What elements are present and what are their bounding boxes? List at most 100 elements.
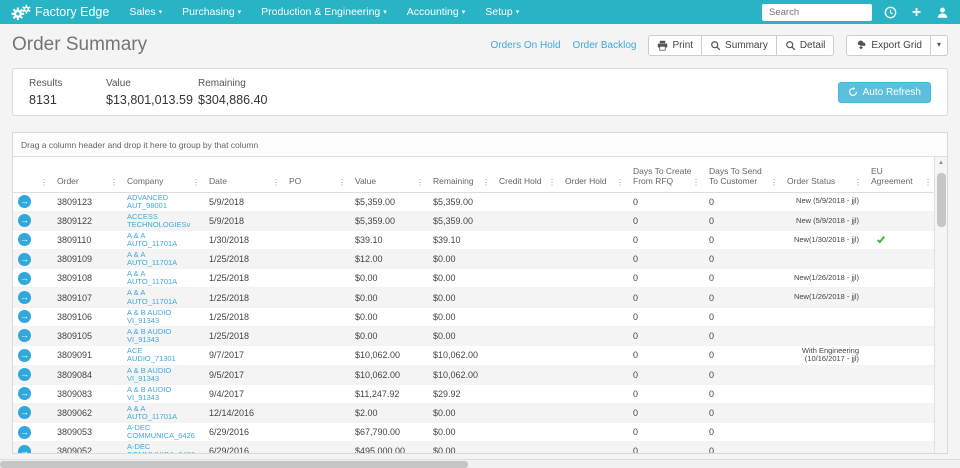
export-grid-dropdown-button[interactable]: ▾ — [930, 34, 948, 56]
search-input[interactable] — [762, 3, 872, 21]
open-order-button[interactable]: → — [18, 425, 31, 439]
grid-row: → 3809091 ACE AUDIO_71301 9/7/2017 $10,062.0… — [13, 345, 935, 366]
grid-row: → 3809123 ADVANCED AUT_98001 5/9/2018 $5,359… — [13, 192, 935, 212]
order-backlog-link[interactable]: Order Backlog — [573, 40, 637, 51]
company-link[interactable]: A-DEC COMMUNICA_6426 — [127, 423, 195, 440]
open-order-button[interactable]: → — [18, 310, 31, 324]
column-menu-icon[interactable]: ⋮ — [416, 178, 424, 187]
nav-menu-production-engineering[interactable]: Production & Engineering ▾ — [261, 6, 387, 18]
open-order-button[interactable]: → — [18, 329, 31, 343]
cell-credit_hold — [493, 422, 559, 443]
company-link[interactable]: A & B AUDIO VI_91343 — [127, 308, 189, 325]
company-link[interactable]: ADVANCED AUT_98001 — [127, 193, 189, 210]
column-menu-icon[interactable]: ⋮ — [548, 178, 556, 187]
column-header-eu[interactable]: EU Agreement ⋮ — [865, 157, 935, 193]
column-menu-icon[interactable]: ⋮ — [272, 178, 280, 187]
company-link[interactable]: A & A AUTO_11701A — [127, 270, 189, 286]
grid-row: → 3809110 A & A AUTO_11701A 1/30/2018 $39.10… — [13, 230, 935, 251]
open-order-button[interactable]: → — [18, 387, 31, 401]
column-header-days_send[interactable]: Days To Send To Customer ⋮ — [703, 157, 781, 193]
cell-credit_hold — [493, 230, 559, 251]
cell-open: → — [13, 326, 51, 347]
cell-remaining: $0.00 — [427, 287, 493, 308]
company-link[interactable]: A & B AUDIO VI_91343 — [127, 327, 189, 344]
cell-open: → — [13, 307, 51, 327]
magnifier-icon — [711, 40, 721, 50]
orders-on-hold-link[interactable]: Orders On Hold — [491, 40, 561, 51]
cell-days_rfq: 0 — [627, 287, 703, 308]
cell-order_hold — [559, 211, 627, 231]
vertical-scrollbar[interactable]: ▲ — [934, 157, 947, 453]
add-icon[interactable]: + — [909, 4, 924, 20]
user-icon[interactable] — [935, 5, 950, 20]
open-order-button[interactable]: → — [18, 368, 31, 382]
column-header-value[interactable]: Value ⋮ — [349, 157, 427, 193]
column-header-days_rfq[interactable]: Days To Create From RFQ ⋮ — [627, 157, 703, 193]
column-menu-icon[interactable]: ⋮ — [110, 178, 118, 187]
vertical-scrollbar-thumb[interactable] — [937, 173, 946, 227]
company-link[interactable]: ACCESS TECHNOLOGIESv — [127, 212, 190, 229]
horizontal-scrollbar[interactable] — [0, 459, 960, 468]
column-header-remaining[interactable]: Remaining ⋮ — [427, 157, 493, 193]
open-order-button[interactable]: → — [18, 348, 31, 362]
open-order-button[interactable]: → — [18, 444, 31, 453]
cell-po — [283, 287, 349, 308]
column-menu-icon[interactable]: ⋮ — [40, 178, 48, 187]
column-header-credit_hold[interactable]: Credit Hold ⋮ — [493, 157, 559, 193]
detail-button[interactable]: Detail — [776, 34, 835, 56]
export-grid-button[interactable]: Export Grid — [846, 34, 931, 56]
column-menu-icon[interactable]: ⋮ — [854, 178, 862, 187]
nav-menu-sales[interactable]: Sales ▾ — [129, 6, 162, 18]
column-header-expand[interactable]: ⋮ — [13, 157, 51, 193]
column-label: Days To Send To Customer — [709, 165, 762, 186]
company-link[interactable]: A & B AUDIO VI_91343 — [127, 385, 189, 402]
company-link[interactable]: A & A AUTO_11701A — [127, 404, 189, 421]
column-header-company[interactable]: Company ⋮ — [121, 157, 203, 193]
company-link[interactable]: A & A AUTO_11701A — [127, 289, 189, 305]
company-link[interactable]: ACE AUDIO_71301 — [127, 347, 189, 363]
open-order-button[interactable]: → — [18, 291, 31, 305]
app-logo[interactable]: Factory Edge — [10, 4, 109, 21]
cell-status: New(1/30/2018 - jjl) — [781, 230, 865, 251]
open-order-button[interactable]: → — [18, 214, 31, 228]
cell-company: A-DEC COMMUNICA_6426 — [121, 422, 203, 443]
clock-icon[interactable] — [883, 5, 898, 20]
column-menu-icon[interactable]: ⋮ — [924, 178, 932, 187]
company-link[interactable]: A & B AUDIO VI_91343 — [127, 366, 189, 383]
auto-refresh-button[interactable]: Auto Refresh — [837, 81, 931, 103]
horizontal-scrollbar-thumb[interactable] — [0, 461, 468, 468]
column-menu-icon[interactable]: ⋮ — [482, 178, 490, 187]
company-link[interactable]: A & A AUTO_11701A — [127, 250, 189, 267]
nav-menu-accounting[interactable]: Accounting ▾ — [407, 6, 465, 18]
column-menu-icon[interactable]: ⋮ — [770, 178, 778, 187]
column-header-po[interactable]: PO ⋮ — [283, 157, 349, 193]
column-header-status[interactable]: Order Status ⋮ — [781, 157, 865, 193]
open-order-button[interactable]: → — [18, 195, 31, 209]
column-menu-icon[interactable]: ⋮ — [692, 178, 700, 187]
summary-button[interactable]: Summary — [702, 34, 777, 56]
cell-remaining: $0.00 — [427, 441, 493, 453]
company-link[interactable]: A & A AUTO_11701A — [127, 231, 189, 248]
cell-eu — [865, 268, 935, 289]
open-order-button[interactable]: → — [18, 271, 31, 285]
cell-days_send: 0 — [703, 211, 781, 231]
cell-eu — [865, 365, 935, 385]
company-link[interactable]: A-DEC COMMUNICA_6426 — [127, 443, 195, 453]
nav-menu-setup[interactable]: Setup ▾ — [485, 6, 519, 18]
nav-menu-purchasing[interactable]: Purchasing ▾ — [182, 6, 241, 18]
scroll-up-arrow[interactable]: ▲ — [935, 157, 947, 169]
column-menu-icon[interactable]: ⋮ — [616, 178, 624, 187]
open-order-button[interactable]: → — [18, 233, 31, 247]
column-header-order[interactable]: Order ⋮ — [51, 157, 121, 193]
column-menu-icon[interactable]: ⋮ — [338, 178, 346, 187]
cell-status — [781, 441, 865, 453]
open-order-button[interactable]: → — [18, 252, 31, 266]
column-header-date[interactable]: Date ⋮ — [203, 157, 283, 193]
open-order-button[interactable]: → — [18, 406, 31, 420]
brand-name: Factory Edge — [35, 5, 110, 19]
column-label: Company — [127, 175, 164, 186]
print-button[interactable]: Print — [648, 34, 703, 56]
column-header-order_hold[interactable]: Order Hold ⋮ — [559, 157, 627, 193]
cell-order_hold — [559, 384, 627, 404]
column-menu-icon[interactable]: ⋮ — [192, 178, 200, 187]
